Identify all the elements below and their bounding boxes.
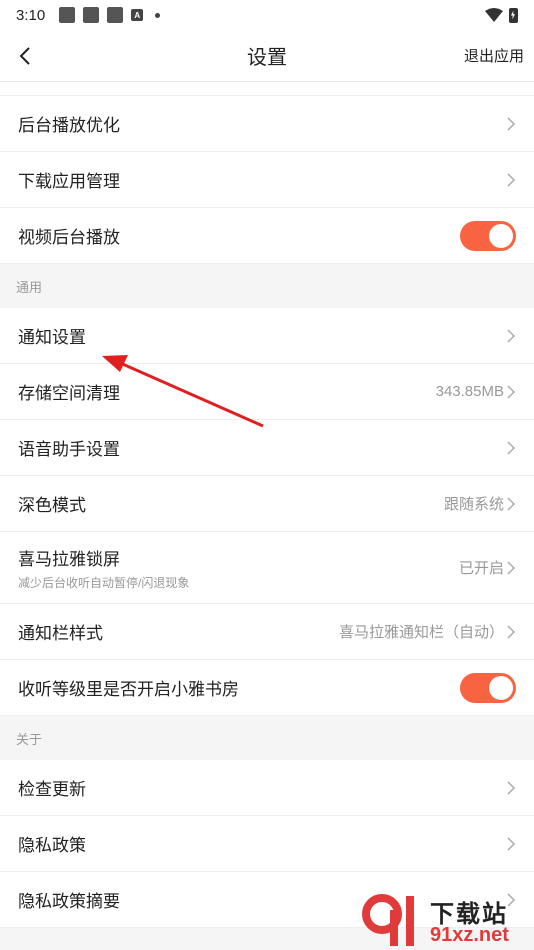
chevron-right-icon [507, 384, 516, 399]
row-label: 检查更新 [18, 780, 86, 799]
row-dark-mode[interactable]: 深色模式 跟随系统 [0, 476, 534, 532]
notification-icon [107, 7, 124, 23]
chevron-right-icon [507, 116, 516, 131]
row-label: 收听等级里是否开启小雅书房 [18, 680, 239, 699]
row-label: 视频后台播放 [18, 228, 120, 247]
dark-mode-value: 跟随系统 [443, 496, 504, 513]
row-notification-settings[interactable]: 通知设置 [0, 308, 534, 364]
row-lock-screen[interactable]: 喜马拉雅锁屏 减少后台收听自动暂停/闪退现象 已开启 [0, 532, 534, 604]
row-storage-cleanup[interactable]: 存储空间清理 343.85MB [0, 364, 534, 420]
chevron-right-icon [507, 496, 516, 511]
row-label: 后台播放优化 [18, 116, 120, 135]
row-notification-bar-style[interactable]: 通知栏样式 喜马拉雅通知栏（自动） [0, 604, 534, 660]
toggle-knob [489, 223, 513, 248]
status-time: 3:10 [16, 6, 46, 24]
storage-size-value: 343.85MB [435, 383, 504, 400]
row-label: 隐私政策摘要 [18, 892, 120, 911]
battery-icon [509, 7, 518, 23]
watermark-url: 91xz.net [430, 924, 509, 946]
row-label: 下载应用管理 [18, 172, 120, 191]
row-label: 喜马拉雅锁屏 [18, 549, 120, 569]
row-label: 语音助手设置 [18, 440, 120, 459]
notification-icon [83, 7, 100, 23]
chevron-right-icon [507, 624, 516, 639]
back-button[interactable] [0, 30, 50, 82]
chevron-right-icon [507, 440, 516, 455]
notification-icon [59, 7, 76, 23]
more-notifications-dot [155, 12, 161, 18]
chevron-right-icon [507, 560, 516, 575]
row-label: 通知设置 [18, 328, 86, 347]
exit-app-button[interactable]: 退出应用 [464, 45, 524, 66]
chevron-right-icon [507, 836, 516, 851]
row-label: 深色模式 [18, 496, 86, 515]
list-top-spacer [0, 82, 534, 96]
lock-screen-value: 已开启 [458, 560, 504, 577]
video-background-play-toggle[interactable] [460, 220, 516, 251]
watermark-91-icon [362, 894, 414, 946]
row-label: 隐私政策 [18, 836, 86, 855]
row-check-update[interactable]: 检查更新 [0, 760, 534, 816]
notification-a-icon: A [131, 9, 144, 21]
row-video-background-play: 视频后台播放 [0, 208, 534, 264]
row-download-app-manage[interactable]: 下载应用管理 [0, 152, 534, 208]
row-voice-assistant-settings[interactable]: 语音助手设置 [0, 420, 534, 476]
row-label: 通知栏样式 [18, 624, 103, 643]
section-header-about: 关于 [0, 716, 534, 760]
back-arrow-icon [19, 46, 30, 65]
row-xiaoya-study: 收听等级里是否开启小雅书房 [0, 660, 534, 716]
chevron-right-icon [507, 172, 516, 187]
row-sublabel: 减少后台收听自动暂停/闪退现象 [18, 575, 190, 590]
row-label: 存储空间清理 [18, 384, 120, 403]
row-privacy-policy[interactable]: 隐私政策 [0, 816, 534, 872]
chevron-right-icon [507, 328, 516, 343]
xiaoya-study-toggle[interactable] [460, 672, 516, 703]
chevron-right-icon [507, 780, 516, 795]
section-header-general: 通用 [0, 264, 534, 308]
notification-bar-style-value: 喜马拉雅通知栏（自动） [338, 624, 504, 641]
page-title: 设置 [247, 47, 287, 69]
status-bar: 3:10 A [0, 0, 534, 30]
wifi-icon [485, 8, 503, 22]
header: 设置 退出应用 [0, 30, 534, 82]
watermark-logo: 下载站 91xz.net [360, 892, 530, 948]
row-background-play-optimize[interactable]: 后台播放优化 [0, 96, 534, 152]
toggle-knob [489, 675, 513, 700]
